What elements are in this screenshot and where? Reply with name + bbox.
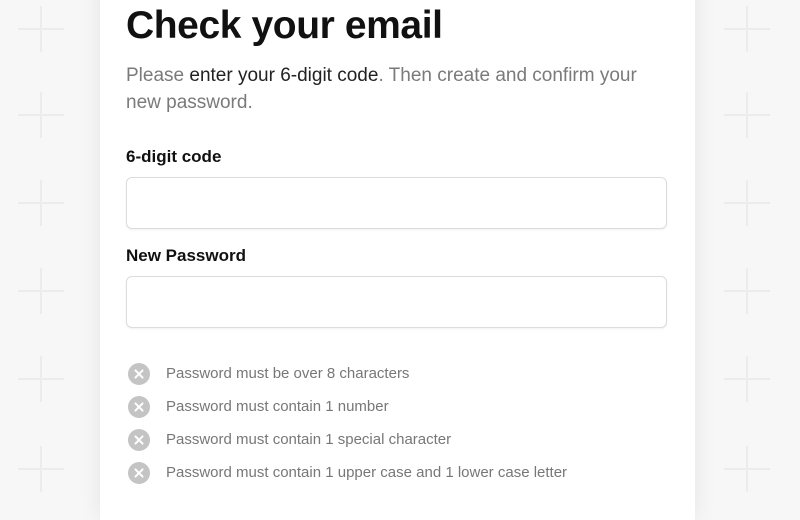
background-cross-decoration [18, 92, 64, 138]
requirement-number: Password must contain 1 number [128, 390, 567, 423]
x-circle-icon [128, 428, 150, 451]
code-input[interactable] [126, 177, 667, 229]
requirement-text: Password must be over 8 characters [166, 365, 410, 382]
x-circle-icon [128, 395, 150, 418]
instructions-emphasis: enter your 6-digit code [189, 65, 379, 86]
background-cross-decoration [18, 6, 64, 52]
requirement-upper-lower-case: Password must contain 1 upper case and 1… [128, 456, 567, 489]
requirement-text: Password must contain 1 upper case and 1… [166, 464, 568, 481]
page-title: Check your email [126, 4, 443, 47]
background-cross-decoration [724, 268, 770, 314]
x-circle-icon [128, 461, 150, 484]
password-requirements-list: Password must be over 8 characters Passw… [128, 357, 567, 489]
background-cross-decoration [724, 6, 770, 52]
background-cross-decoration [724, 180, 770, 226]
background-cross-decoration [18, 180, 64, 226]
background-cross-decoration [18, 268, 64, 314]
instructions-prefix: Please [126, 65, 190, 86]
requirement-text: Password must contain 1 special characte… [166, 431, 452, 448]
instructions-text: Please enter your 6-digit code. Then cre… [126, 62, 671, 116]
background-cross-decoration [18, 356, 64, 402]
requirement-text: Password must contain 1 number [166, 398, 389, 415]
x-circle-icon [128, 362, 150, 385]
new-password-input[interactable] [126, 276, 667, 328]
requirement-min-length: Password must be over 8 characters [128, 357, 567, 390]
reset-password-card: Check your email Please enter your 6-dig… [100, 0, 695, 520]
background-cross-decoration [724, 446, 770, 492]
code-label: 6-digit code [126, 147, 222, 166]
requirement-special-character: Password must contain 1 special characte… [128, 423, 567, 456]
background-cross-decoration [18, 446, 64, 492]
new-password-label: New Password [126, 246, 246, 265]
background-cross-decoration [724, 92, 770, 138]
background-cross-decoration [724, 356, 770, 402]
